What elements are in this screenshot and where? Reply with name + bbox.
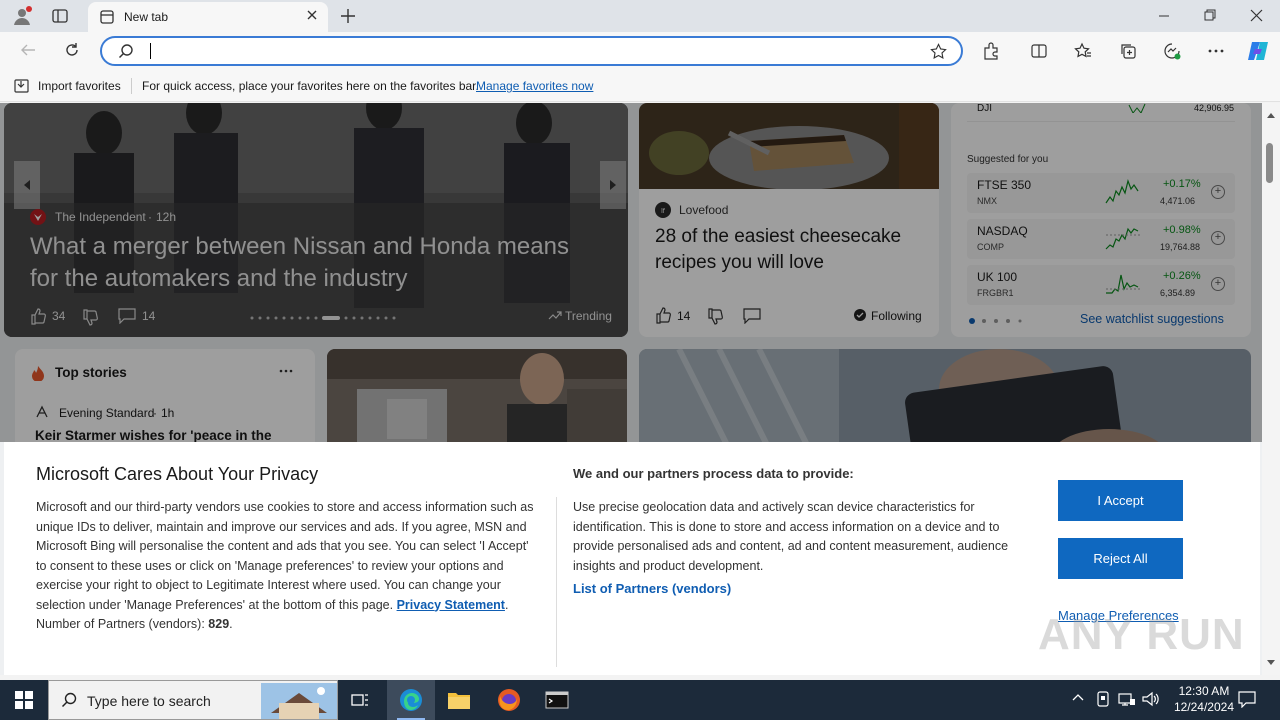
back-icon[interactable] <box>20 42 36 58</box>
tab-actions-icon[interactable] <box>52 8 68 24</box>
scroll-up-icon[interactable] <box>1266 111 1276 119</box>
data-processing-title: We and our partners process data to prov… <box>573 466 854 481</box>
notifications-icon[interactable] <box>1238 690 1256 708</box>
search-icon <box>118 43 134 59</box>
new-tab-icon <box>100 10 114 24</box>
browser-essentials-icon[interactable] <box>1163 42 1181 60</box>
show-hidden-icons-icon[interactable] <box>1072 693 1084 701</box>
restore-button[interactable] <box>1204 9 1216 21</box>
terminal-icon <box>545 691 569 709</box>
page-scrollbar[interactable] <box>1262 103 1280 675</box>
taskbar-search-box[interactable]: Type here to search <box>48 680 338 720</box>
privacy-title: Microsoft Cares About Your Privacy <box>36 464 319 484</box>
favorites-hint: For quick access, place your favorites h… <box>142 79 479 93</box>
reject-all-button[interactable]: Reject All <box>1058 538 1183 579</box>
import-favorites-icon <box>14 78 30 94</box>
new-tab-button[interactable] <box>340 8 356 24</box>
task-view-button[interactable] <box>336 680 384 720</box>
copilot-icon[interactable] <box>1246 39 1270 63</box>
volume-icon[interactable] <box>1142 691 1160 707</box>
manage-favorites-link[interactable]: Manage favorites now <box>476 79 593 93</box>
taskbar-search-icon <box>61 692 77 708</box>
partners-period: . <box>229 617 233 631</box>
privacy-period: . <box>504 597 509 612</box>
system-clock[interactable]: 12:30 AM 12/24/2024 <box>1174 683 1234 715</box>
more-options-icon[interactable] <box>1207 42 1225 60</box>
favorites-icon[interactable] <box>1074 42 1092 60</box>
partners-count: 829 <box>208 617 230 631</box>
minimize-button[interactable] <box>1158 10 1170 22</box>
favorite-star-icon[interactable] <box>930 43 947 60</box>
profile-avatar-icon[interactable] <box>12 6 32 26</box>
scroll-down-icon[interactable] <box>1266 659 1276 667</box>
import-favorites-button[interactable]: Import favorites <box>38 79 121 93</box>
partners-count-label: Number of Partners (vendors): <box>36 617 205 631</box>
close-window-button[interactable] <box>1250 9 1263 22</box>
privacy-divider <box>556 497 557 667</box>
tab-close-icon[interactable] <box>306 9 318 21</box>
taskbar-firefox-button[interactable] <box>485 680 533 720</box>
privacy-statement-link[interactable]: Privacy Statement <box>397 598 505 612</box>
privacy-body-text: Microsoft and our third-party vendors us… <box>36 500 534 612</box>
clock-date: 12/24/2024 <box>1173 700 1234 714</box>
scrollbar-thumb[interactable] <box>1266 143 1273 183</box>
data-processing-description: Use precise geolocation data and activel… <box>573 500 1009 573</box>
network-icon[interactable] <box>1118 691 1136 707</box>
text-cursor <box>150 43 151 59</box>
tab-strip: New tab <box>0 0 1280 32</box>
edge-icon <box>400 689 422 711</box>
refresh-icon[interactable] <box>64 42 80 58</box>
favorites-bar: Import favorites For quick access, place… <box>0 70 1280 102</box>
windows-logo-icon <box>15 691 33 709</box>
clock-time: 12:30 AM <box>1178 684 1230 698</box>
collections-icon[interactable] <box>1119 42 1137 60</box>
favbar-divider <box>131 78 132 94</box>
list-of-partners-link[interactable]: List of Partners (vendors) <box>573 581 731 596</box>
firefox-icon <box>498 689 520 711</box>
folder-icon <box>448 693 470 709</box>
modal-backdrop <box>0 103 1262 442</box>
start-button[interactable] <box>0 680 48 720</box>
device-icon[interactable] <box>1096 691 1110 707</box>
privacy-body: Microsoft and our third-party vendors us… <box>36 498 542 635</box>
taskbar-explorer-button[interactable] <box>435 680 483 720</box>
taskbar-terminal-button[interactable] <box>533 680 581 720</box>
accept-button[interactable]: I Accept <box>1058 480 1183 521</box>
split-screen-icon[interactable] <box>1030 42 1048 60</box>
taskbar-search-placeholder: Type here to search <box>87 693 211 709</box>
taskbar-edge-button[interactable] <box>387 680 435 720</box>
task-view-icon <box>351 694 368 706</box>
extensions-icon[interactable] <box>982 42 1000 60</box>
address-bar[interactable] <box>100 36 963 66</box>
tab-new-tab[interactable]: New tab <box>88 2 328 32</box>
tab-title: New tab <box>124 10 169 24</box>
search-highlight-icon <box>261 683 337 719</box>
anyrun-watermark: ANY RUN <box>1038 610 1245 659</box>
